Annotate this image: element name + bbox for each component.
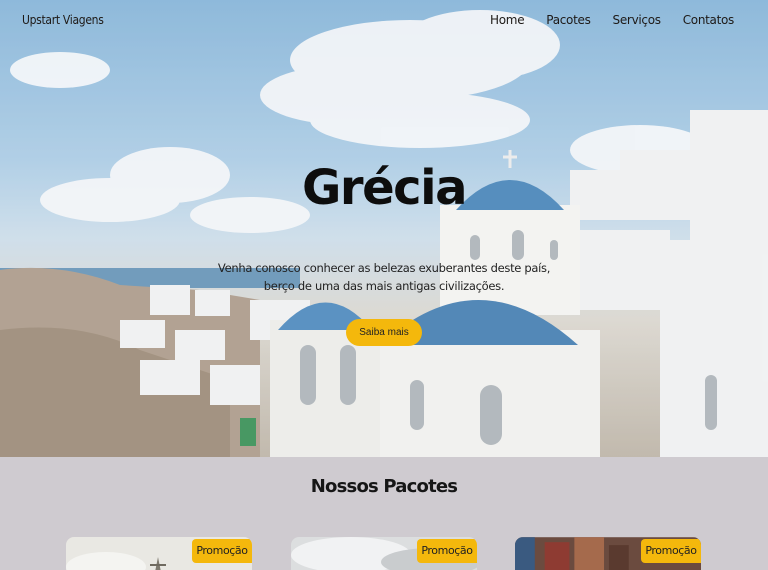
saiba-mais-button[interactable]: Saiba mais bbox=[346, 319, 422, 346]
promo-badge: Promoção bbox=[192, 539, 252, 563]
nav-link-contatos[interactable]: Contatos bbox=[683, 13, 735, 27]
brand-logo-text[interactable]: Upstart Viagens bbox=[22, 13, 104, 27]
package-card[interactable]: Promoção bbox=[66, 537, 252, 570]
package-card[interactable]: Promoção bbox=[291, 537, 477, 570]
promo-badge: Promoção bbox=[417, 539, 477, 563]
page: Upstart Viagens Home Pacotes Serviços Co… bbox=[0, 0, 768, 570]
hero-description: Venha conosco conhecer as belezas exuber… bbox=[0, 259, 768, 295]
nav-link-pacotes[interactable]: Pacotes bbox=[546, 13, 591, 27]
packages-section: Nossos Pacotes Promoção Promoção Promoçã… bbox=[0, 457, 768, 570]
nav-links: Home Pacotes Serviços Contatos bbox=[490, 13, 734, 27]
package-card[interactable]: Promoção bbox=[515, 537, 701, 570]
hero-description-line-2: berço de uma das mais antigas civilizaçõ… bbox=[263, 279, 505, 293]
hero-section: Upstart Viagens Home Pacotes Serviços Co… bbox=[0, 0, 768, 457]
navbar: Upstart Viagens Home Pacotes Serviços Co… bbox=[0, 0, 768, 42]
hero-overlay bbox=[0, 0, 768, 457]
hero-description-line-1: Venha conosco conhecer as belezas exuber… bbox=[217, 261, 551, 275]
hero-title: Grécia bbox=[302, 160, 467, 216]
nav-link-home[interactable]: Home bbox=[490, 13, 525, 27]
promo-badge: Promoção bbox=[641, 539, 701, 563]
nav-link-servicos[interactable]: Serviços bbox=[613, 13, 661, 27]
packages-title: Nossos Pacotes bbox=[310, 476, 458, 497]
